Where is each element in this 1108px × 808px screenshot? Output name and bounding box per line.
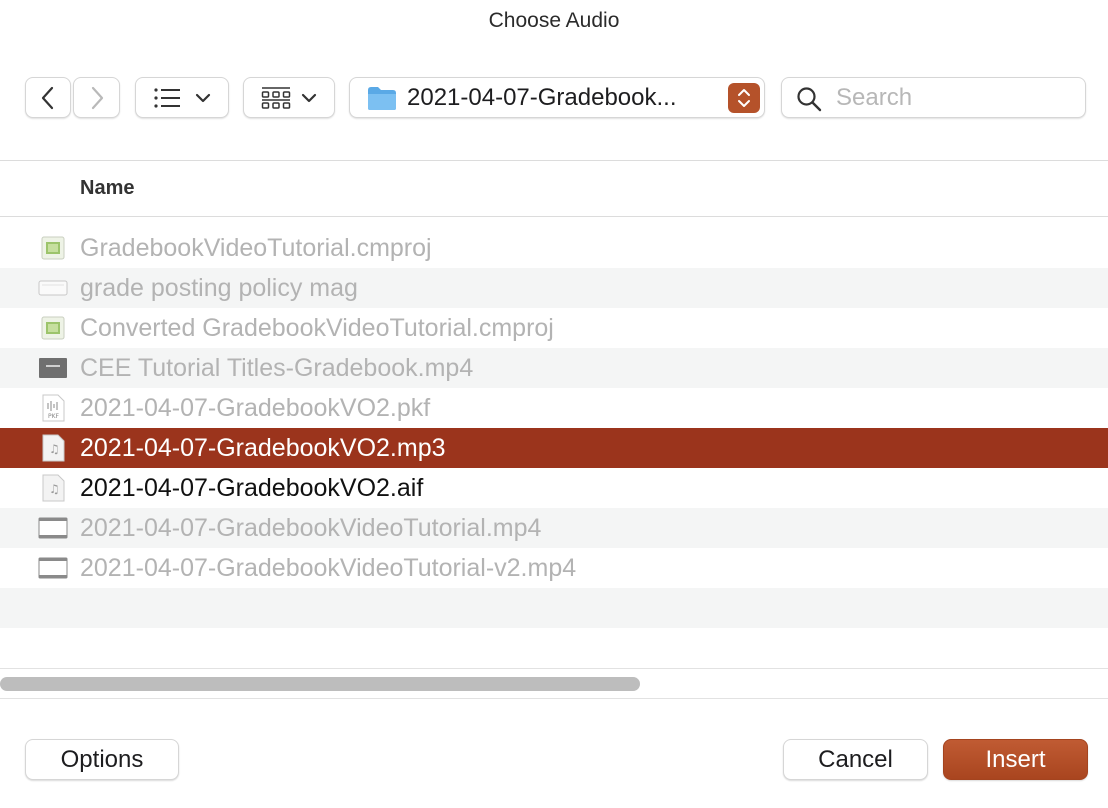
file-name: 2021-04-07-GradebookVO2.aif bbox=[80, 474, 424, 502]
dialog-title: Choose Audio bbox=[488, 9, 620, 32]
list-view-button[interactable] bbox=[135, 77, 229, 118]
chevron-down-icon bbox=[195, 93, 211, 102]
table-row[interactable]: grade posting policy mag bbox=[0, 268, 1108, 308]
back-button[interactable] bbox=[25, 77, 71, 118]
audio-file-icon: ♫ bbox=[38, 474, 68, 502]
table-row[interactable]: GradebookVideoTutorial.cmproj bbox=[0, 228, 1108, 268]
table-row[interactable]: Converted GradebookVideoTutorial.cmproj bbox=[0, 308, 1108, 348]
table-row-selected[interactable]: ♫ 2021-04-07-GradebookVO2.mp3 bbox=[0, 428, 1108, 468]
table-row[interactable]: 2021-04-07-GradebookVideoTutorial.mp4 bbox=[0, 508, 1108, 548]
file-list: GradebookVideoTutorial.cmproj grade post… bbox=[0, 228, 1108, 628]
chevron-left-icon bbox=[41, 86, 54, 109]
cancel-button[interactable]: Cancel bbox=[783, 739, 928, 780]
svg-text:♫: ♫ bbox=[49, 442, 60, 456]
column-header-label: Name bbox=[80, 177, 135, 199]
table-row[interactable]: PKF 2021-04-07-GradebookVO2.pkf bbox=[0, 388, 1108, 428]
search-field[interactable] bbox=[781, 77, 1086, 118]
cmproj-icon bbox=[38, 234, 68, 262]
table-row[interactable]: 2021-04-07-GradebookVideoTutorial-v2.mp4 bbox=[0, 548, 1108, 588]
group-view-button[interactable] bbox=[243, 77, 335, 118]
file-name: grade posting policy mag bbox=[80, 274, 358, 302]
location-popup[interactable]: 2021-04-07-Gradebook... bbox=[349, 77, 765, 118]
list-view-icon bbox=[154, 87, 180, 108]
video-file-icon bbox=[38, 554, 68, 582]
popup-stepper[interactable] bbox=[728, 83, 760, 113]
file-name: 2021-04-07-GradebookVideoTutorial.mp4 bbox=[80, 514, 542, 542]
file-name: 2021-04-07-GradebookVO2.pkf bbox=[80, 394, 431, 422]
insert-button[interactable]: Insert bbox=[943, 739, 1088, 780]
search-input[interactable] bbox=[836, 82, 1076, 114]
pkf-icon: PKF bbox=[38, 394, 68, 422]
horizontal-scrollbar[interactable] bbox=[0, 677, 640, 691]
video-thumb-icon bbox=[38, 354, 68, 382]
chevron-down-icon bbox=[301, 93, 317, 102]
options-button[interactable]: Options bbox=[25, 739, 179, 780]
up-down-arrows-icon bbox=[738, 89, 750, 107]
svg-text:PKF: PKF bbox=[48, 413, 60, 420]
table-row[interactable]: ♫ 2021-04-07-GradebookVO2.aif bbox=[0, 468, 1108, 508]
location-label: 2021-04-07-Gradebook... bbox=[407, 84, 677, 111]
column-header-name[interactable]: Name bbox=[0, 161, 1108, 217]
video-file-icon bbox=[38, 514, 68, 542]
chevron-right-icon bbox=[91, 86, 103, 109]
file-name: CEE Tutorial Titles-Gradebook.mp4 bbox=[80, 354, 474, 382]
svg-text:♫: ♫ bbox=[49, 482, 60, 496]
cmproj-icon bbox=[38, 314, 68, 342]
file-name: 2021-04-07-GradebookVO2.mp3 bbox=[80, 434, 446, 462]
divider bbox=[0, 668, 1108, 669]
empty-row bbox=[0, 588, 1108, 628]
file-name: Converted GradebookVideoTutorial.cmproj bbox=[80, 314, 554, 342]
folder-icon bbox=[368, 87, 396, 110]
grid-view-icon bbox=[261, 86, 291, 109]
audio-file-icon: ♫ bbox=[38, 434, 68, 462]
divider bbox=[0, 698, 1108, 699]
table-row[interactable]: CEE Tutorial Titles-Gradebook.mp4 bbox=[0, 348, 1108, 388]
file-name: 2021-04-07-GradebookVideoTutorial-v2.mp4 bbox=[80, 554, 577, 582]
search-icon bbox=[797, 87, 822, 112]
file-name: GradebookVideoTutorial.cmproj bbox=[80, 234, 432, 262]
document-icon bbox=[38, 274, 68, 302]
forward-button[interactable] bbox=[73, 77, 120, 118]
